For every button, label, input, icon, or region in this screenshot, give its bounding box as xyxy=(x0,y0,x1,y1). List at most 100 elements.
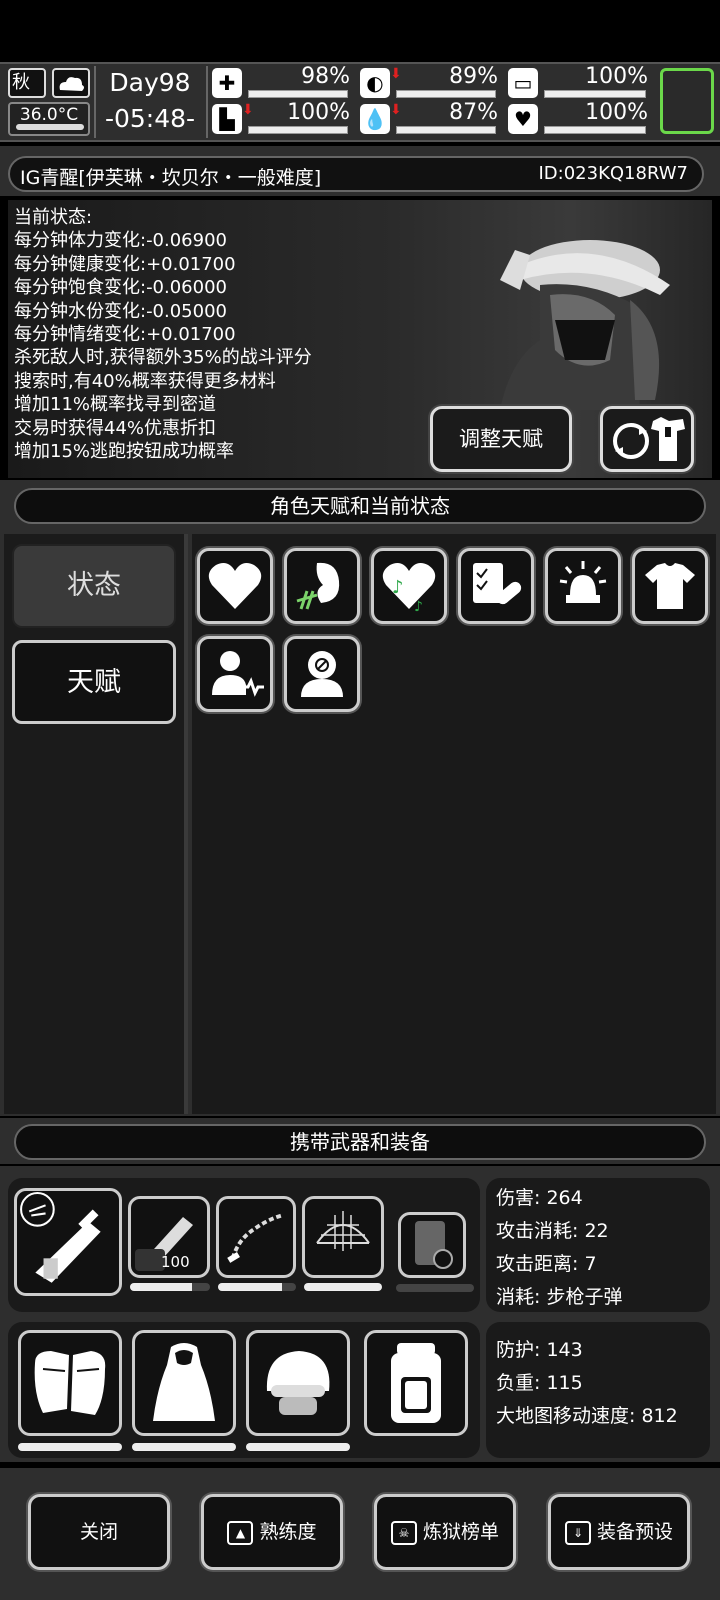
hunger-stat: ◐ ⬇ 89% xyxy=(360,64,500,102)
down-arrow-icon: ⬇ xyxy=(242,102,254,118)
water-drop-icon: 💧 xyxy=(360,104,390,134)
ranking-button[interactable]: ☠ 炼狱榜单 xyxy=(374,1494,516,1570)
ammo-type-stat: 消耗: 步枪子弹 xyxy=(496,1286,623,1308)
water-value: 87% xyxy=(449,100,498,125)
svg-text:♪: ♪ xyxy=(392,577,404,598)
weapon-stats-panel: 伤害: 264 攻击消耗: 22 攻击距离: 7 消耗: 步枪子弹 xyxy=(486,1178,710,1312)
divider xyxy=(94,66,96,138)
season-label: 秋 xyxy=(12,72,30,93)
close-label: 关闭 xyxy=(79,1521,118,1543)
health-bar xyxy=(248,90,348,98)
banner-icon: ☠ xyxy=(390,1520,417,1545)
durability-bar xyxy=(132,1443,236,1451)
preset-label: 装备预设 xyxy=(596,1521,673,1543)
temperature-bar xyxy=(16,124,84,130)
close-button[interactable]: 关闭 xyxy=(28,1494,170,1570)
clothing-icon[interactable] xyxy=(632,548,708,624)
digestion-status-icon[interactable] xyxy=(284,548,360,624)
health-value: 98% xyxy=(301,64,350,89)
mental-state-icon[interactable] xyxy=(284,636,360,712)
preset-icon: ⇓ xyxy=(564,1520,591,1545)
boot-icon: ▙ xyxy=(212,104,242,134)
talent-section-title: 角色天赋和当前状态 xyxy=(14,488,706,524)
backpack-slot[interactable] xyxy=(364,1330,468,1436)
tab-talent[interactable]: 天赋 xyxy=(12,640,176,724)
status-line: 每分钟体力变化:-0.06900 xyxy=(14,230,227,252)
weapon-slot-net[interactable] xyxy=(302,1196,384,1278)
status-line: 每分钟情绪变化:+0.01700 xyxy=(14,324,236,346)
adjust-talent-button[interactable]: 调整天赋 xyxy=(430,406,572,472)
hunger-bar xyxy=(396,90,496,98)
equipment-preset-button[interactable]: ⇓ 装备预设 xyxy=(548,1494,690,1570)
status-line: 增加15%逃跑按钮成功概率 xyxy=(14,441,235,463)
mood-bar xyxy=(544,126,646,134)
down-arrow-icon: ⬇ xyxy=(390,102,402,118)
main-weapon-slot[interactable] xyxy=(14,1188,122,1296)
durability-bar xyxy=(18,1443,122,1451)
ranking-label: 炼狱榜单 xyxy=(422,1521,499,1543)
mood-value: 100% xyxy=(585,100,648,125)
status-line: 每分钟水份变化:-0.05000 xyxy=(14,300,227,322)
quick-slot-button[interactable] xyxy=(660,68,714,134)
stamina-bar xyxy=(248,126,348,134)
weapon-slot-chain[interactable] xyxy=(216,1196,296,1278)
attack-cost-stat: 攻击消耗: 22 xyxy=(496,1220,609,1242)
ammo-count: 100 xyxy=(161,1253,190,1271)
change-outfit-button[interactable] xyxy=(600,406,694,472)
durability-bar xyxy=(396,1284,474,1292)
cloak-slot[interactable] xyxy=(132,1330,236,1436)
water-bar xyxy=(396,126,496,134)
character-name: IG青醒[伊芙琳・坎贝尔・一般难度] xyxy=(20,167,322,189)
clock: -05:48- xyxy=(104,104,196,133)
durability-bar xyxy=(130,1283,210,1291)
temperature-value: 36.0°C xyxy=(19,105,79,125)
stomach-icon: ◐ xyxy=(360,68,390,98)
water-stat: 💧 ⬇ 87% xyxy=(360,100,500,138)
proficiency-label: 熟练度 xyxy=(259,1521,317,1543)
tab-status[interactable]: 状态 xyxy=(12,544,176,628)
mood-music-icon[interactable]: ♪ ♪ xyxy=(371,548,447,624)
status-line: 增加11%概率找寻到密道 xyxy=(14,394,217,416)
status-line: 交易时获得44%优惠折扣 xyxy=(14,417,217,439)
proficiency-icon: ▲ xyxy=(227,1520,254,1545)
character-id: ID:023KQ18RW7 xyxy=(538,163,689,184)
heart-icon: ♥ xyxy=(508,104,538,134)
attack-range-stat: 攻击距离: 7 xyxy=(496,1253,597,1275)
season-indicator: 秋 xyxy=(8,68,46,98)
status-line: 每分钟饱食变化:-0.06000 xyxy=(14,277,227,299)
alarm-icon[interactable] xyxy=(545,548,621,624)
weight-stat: 负重: 115 xyxy=(496,1372,583,1394)
shield-slot[interactable] xyxy=(398,1212,466,1278)
medkit-icon: ✚ xyxy=(212,68,242,98)
energy-stat: ▭ 100% xyxy=(508,64,650,102)
mood-stat: ♥ 100% xyxy=(508,100,650,138)
down-arrow-icon: ⬇ xyxy=(390,66,402,82)
defense-stat: 防护: 143 xyxy=(496,1339,583,1361)
weapon-slot-gatling[interactable]: 100 xyxy=(128,1196,210,1278)
svg-text:♪: ♪ xyxy=(414,599,423,615)
temperature-display: 36.0°C xyxy=(8,102,90,136)
energy-value: 100% xyxy=(585,64,648,89)
durability-bar xyxy=(304,1283,382,1291)
proficiency-button[interactable]: ▲ 熟练度 xyxy=(201,1494,343,1570)
heart-rate-icon[interactable] xyxy=(197,636,273,712)
character-portrait xyxy=(440,210,696,410)
status-line: 每分钟健康变化:+0.01700 xyxy=(14,253,236,275)
status-description: 当前状态: 每分钟体力变化:-0.06900 每分钟健康变化:+0.01700 … xyxy=(14,206,312,463)
health-stat: ✚ 98% xyxy=(212,64,352,102)
armor-stats-panel: 防护: 143 负重: 115 大地图移动速度: 812 xyxy=(486,1322,710,1458)
status-heading: 当前状态: xyxy=(14,207,93,228)
durability-bar xyxy=(218,1283,296,1291)
day-counter: Day98 xyxy=(109,68,191,97)
durability-bar xyxy=(246,1443,350,1451)
weather-icon xyxy=(52,68,90,98)
health-status-icon[interactable] xyxy=(197,548,273,624)
stamina-value: 100% xyxy=(287,100,350,125)
equipment-section-title: 携带武器和装备 xyxy=(14,1124,706,1160)
gloves-slot[interactable] xyxy=(18,1330,122,1436)
helmet-slot[interactable] xyxy=(246,1330,350,1436)
outfit-swap-icon xyxy=(613,417,685,461)
status-line: 杀死敌人时,获得额外35%的战斗评分 xyxy=(14,347,312,369)
medical-checklist-icon[interactable] xyxy=(458,548,534,624)
battery-icon: ▭ xyxy=(508,68,538,98)
